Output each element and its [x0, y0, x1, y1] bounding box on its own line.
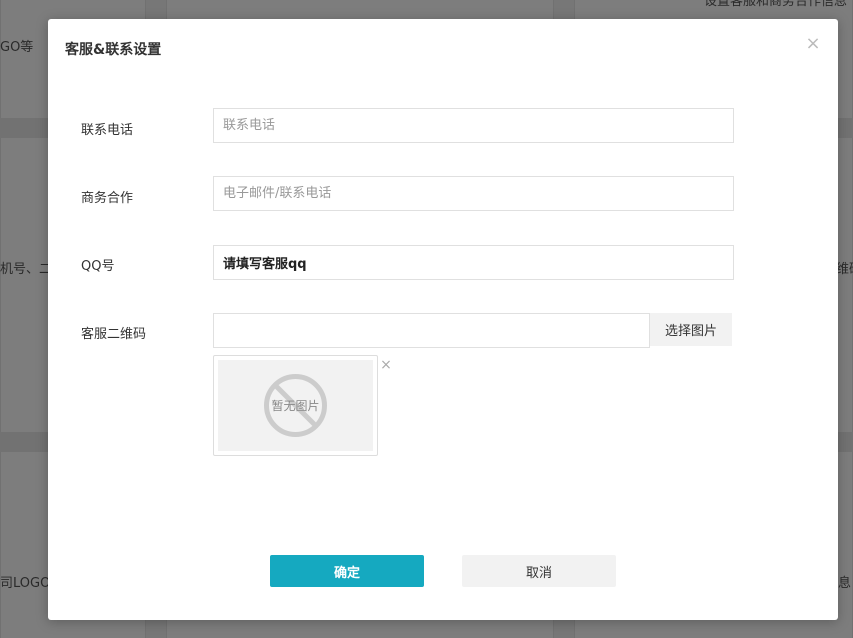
remove-image-icon[interactable]: × — [379, 358, 393, 372]
no-image-text: 暂无图片 — [271, 399, 320, 413]
choose-image-button[interactable]: 选择图片 — [650, 313, 732, 346]
phone-label: 联系电话 — [81, 123, 134, 138]
dialog-title: 客服&联系设置 — [65, 42, 162, 58]
qrcode-preview: 暂无图片 — [213, 355, 378, 456]
qrcode-label: 客服二维码 — [81, 327, 147, 342]
qrcode-path-field[interactable] — [213, 313, 650, 348]
close-icon[interactable]: × — [805, 35, 821, 53]
cancel-button[interactable]: 取消 — [462, 555, 616, 587]
business-contact-input[interactable] — [213, 176, 734, 211]
phone-input[interactable] — [213, 108, 734, 143]
qrcode-preview-placeholder: 暂无图片 — [218, 360, 373, 451]
qq-label: QQ号 — [81, 259, 115, 274]
confirm-button[interactable]: 确定 — [270, 555, 424, 587]
business-label: 商务合作 — [81, 191, 134, 206]
qq-input[interactable] — [213, 245, 734, 280]
settings-dialog: 客服&联系设置 × 联系电话 商务合作 QQ号 客服二维码 选择图片 暂无图片 … — [48, 19, 838, 620]
